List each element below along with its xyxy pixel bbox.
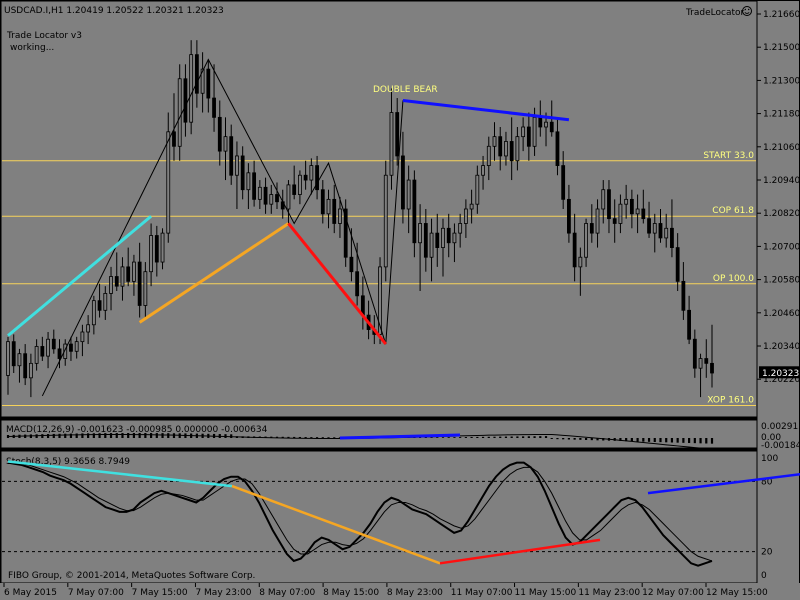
price-axis [757, 1, 799, 583]
price-tick: 1.21060 [763, 143, 800, 153]
price-tick: 1.21500 [763, 43, 800, 53]
price-tick: 1.20340 [763, 342, 800, 352]
candle[interactable] [343, 199, 348, 267]
candle[interactable] [177, 64, 182, 161]
trading-chart[interactable]: START 33.0 COP 61.8 OP 100.0 XOP 161.0 1.21… [0, 0, 800, 600]
price-tick: 1.20460 [763, 309, 800, 319]
macd-tick: 0.002915 [761, 422, 800, 432]
fib-level-label: XOP 161.0 [707, 396, 754, 406]
symbol-header: USDCAD.I,H1 1.20419 1.20522 1.20321 1.20… [4, 6, 224, 16]
time-tick: 8 May 15:00 [323, 588, 379, 598]
time-tick: 7 May 23:00 [195, 588, 251, 598]
time-tick: 12 May 07:00 [642, 588, 704, 598]
price-tick: 1.20820 [763, 209, 800, 219]
stoch-tick: 100 [761, 454, 778, 464]
time-tick: 8 May 07:00 [259, 588, 315, 598]
time-tick: 11 May 15:00 [515, 588, 577, 598]
price-tick: 1.20700 [763, 242, 800, 252]
time-tick: 11 May 07:00 [451, 588, 513, 598]
price-tick: 1.20580 [763, 276, 800, 286]
brand-label: TradeLocator [685, 8, 745, 18]
price-tick: 1.21300 [763, 76, 800, 86]
stoch-tick: 0 [761, 571, 767, 581]
candle[interactable] [189, 40, 194, 135]
time-tick: 11 May 23:00 [578, 588, 640, 598]
pattern-label: DOUBLE BEAR [373, 85, 438, 95]
time-tick: 8 May 23:00 [387, 588, 443, 598]
macd-tick: -0.00184 [761, 441, 800, 451]
current-price-box: 1.20323 [759, 366, 799, 379]
time-tick: 12 May 15:00 [706, 588, 768, 598]
price-tick: 1.20940 [763, 176, 800, 186]
candle[interactable] [378, 257, 382, 345]
time-tick: 7 May 07:00 [68, 588, 124, 598]
indicator-status: working... [10, 43, 54, 53]
fib-level-label: OP 100.0 [713, 274, 754, 284]
price-tick: 1.21660 [763, 10, 800, 20]
indicator-name: Trade Locator v3 [6, 31, 82, 41]
macd-title: MACD(12,26,9) -0.001623 -0.000985 0.0000… [6, 425, 268, 435]
stoch-panel[interactable] [0, 450, 758, 584]
fib-level-label: START 33.0 [703, 151, 754, 161]
price-tick: 1.21180 [763, 110, 800, 120]
fib-level-label: COP 61.8 [712, 206, 754, 216]
candle[interactable] [166, 112, 171, 243]
candle[interactable] [383, 160, 388, 282]
stoch-tick: 20 [761, 548, 773, 558]
copyright: FIBO Group, © 2001-2014, MetaQuotes Soft… [8, 571, 255, 581]
current-price: 1.20323 [762, 369, 799, 379]
time-tick: 6 May 2015 [4, 588, 57, 598]
time-tick: 7 May 15:00 [132, 588, 188, 598]
